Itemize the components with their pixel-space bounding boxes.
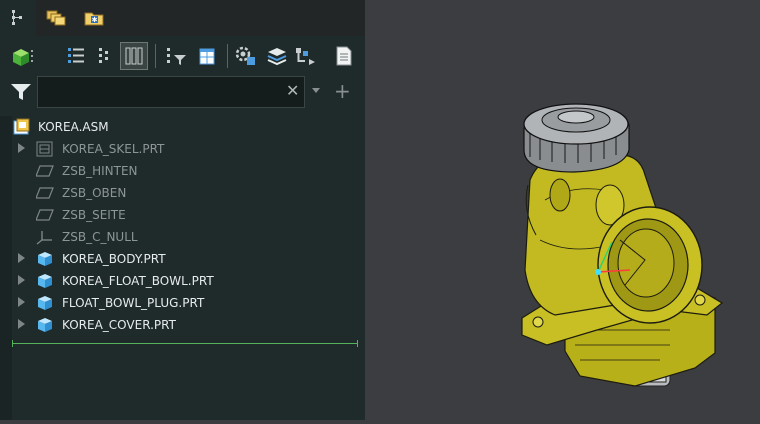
tree-item-label: KOREA_COVER.PRT [62,318,176,332]
tree-item-label: ZSB_HINTEN [62,164,138,178]
coordinate-system-icon [36,229,54,245]
tree-row[interactable]: KOREA_COVER.PRT [0,314,360,336]
tree-root-row[interactable]: KOREA.ASM [0,116,360,138]
datum-plane-icon [35,207,54,223]
structure-button[interactable] [292,42,320,70]
expand-arrow-icon[interactable] [18,253,25,263]
model-tree-panel: ✱ + ✕ KOREA.ASM KOREA_SKEL.PRT ZSB_HINTE… [0,0,365,420]
favorites-folder-icon: ✱ [84,12,104,26]
datum-plane-icon [35,163,54,179]
filter-settings-icon [167,48,186,65]
part-icon [36,295,54,311]
panel-tab-bar: ✱ [0,0,365,36]
app-window: ✱ + ✕ KOREA.ASM KOREA_SKEL.PRT ZSB_HINTE… [0,0,760,420]
expand-arrow-icon[interactable] [18,143,25,153]
part-icon [36,251,54,267]
expand-arrow-icon[interactable] [18,275,25,285]
add-filter-button[interactable]: + [334,81,351,101]
column-grid-icon [125,47,143,65]
toolbar-separator [155,44,156,68]
tree-item-label: ZSB_C_NULL [62,230,138,244]
tree-row[interactable]: ZSB_SEITE [0,204,360,226]
datum-plane-icon [35,185,54,201]
expand-arrow-icon[interactable] [18,319,25,329]
tree-item-label: KOREA_BODY.PRT [62,252,166,266]
tree-item-label: ZSB_OBEN [62,186,127,200]
show-button[interactable] [8,42,36,70]
folders-icon [46,10,66,26]
clear-search-icon[interactable]: ✕ [286,83,299,99]
info-document-button[interactable] [330,42,358,70]
tree-item-label: KOREA_FLOAT_BOWL.PRT [62,274,214,288]
tree-row[interactable]: KOREA_BODY.PRT [0,248,360,270]
structure-arrow-icon [296,48,315,65]
search-field[interactable] [44,82,278,104]
toolbar-separator [227,44,228,68]
tree-item-label: ZSB_SEITE [62,208,126,222]
search-input[interactable] [37,76,305,108]
insert-here-indicator[interactable] [12,340,358,347]
cover-cap [523,103,630,173]
green-cube-icon [13,49,33,66]
tree-row[interactable]: KOREA_FLOAT_BOWL.PRT [0,270,360,292]
graphics-viewport[interactable] [365,0,760,420]
tab-folder-browser[interactable] [38,0,74,36]
tree-columns-button[interactable] [62,42,90,70]
tab-favorites[interactable]: ✱ [76,0,112,36]
layers-icon [267,48,287,66]
hierarchy-icon [99,48,108,63]
document-icon [336,46,352,66]
search-row: + [0,76,365,110]
tree-row[interactable]: ZSB_C_NULL [0,226,360,248]
regenerate-settings-button[interactable] [232,42,260,70]
carburetor-model [521,103,724,387]
svg-text:✱: ✱ [92,16,98,24]
tree-row[interactable]: KOREA_SKEL.PRT [0,138,360,160]
model-tree-icon [12,10,22,25]
tab-model-tree[interactable] [0,0,36,36]
layer-view-button[interactable] [120,42,148,70]
tree-row[interactable]: FLOAT_BOWL_PLUG.PRT [0,292,360,314]
tree-row[interactable]: ZSB_HINTEN [0,160,360,182]
filter-icon[interactable] [10,82,32,106]
expand-collapse-button[interactable] [90,42,118,70]
part-icon [36,273,54,289]
tree-item-label: KOREA_SKEL.PRT [62,142,165,156]
throttle-bore [597,206,703,324]
gear-cube-icon [235,46,255,65]
tree-row[interactable]: ZSB_OBEN [0,182,360,204]
chevron-down-icon[interactable] [312,88,320,93]
tree-filter-button[interactable] [162,42,190,70]
tree-toolbar [0,36,365,76]
layers-button[interactable] [263,42,291,70]
tree-table-icon [199,48,215,65]
tree-settings-button[interactable] [193,42,221,70]
skeleton-part-icon [36,141,54,157]
tree-root-label: KOREA.ASM [38,120,109,134]
list-tree-icon [68,48,84,63]
expand-arrow-icon[interactable] [18,297,25,307]
tree-item-label: FLOAT_BOWL_PLUG.PRT [62,296,205,310]
part-icon [36,317,54,333]
